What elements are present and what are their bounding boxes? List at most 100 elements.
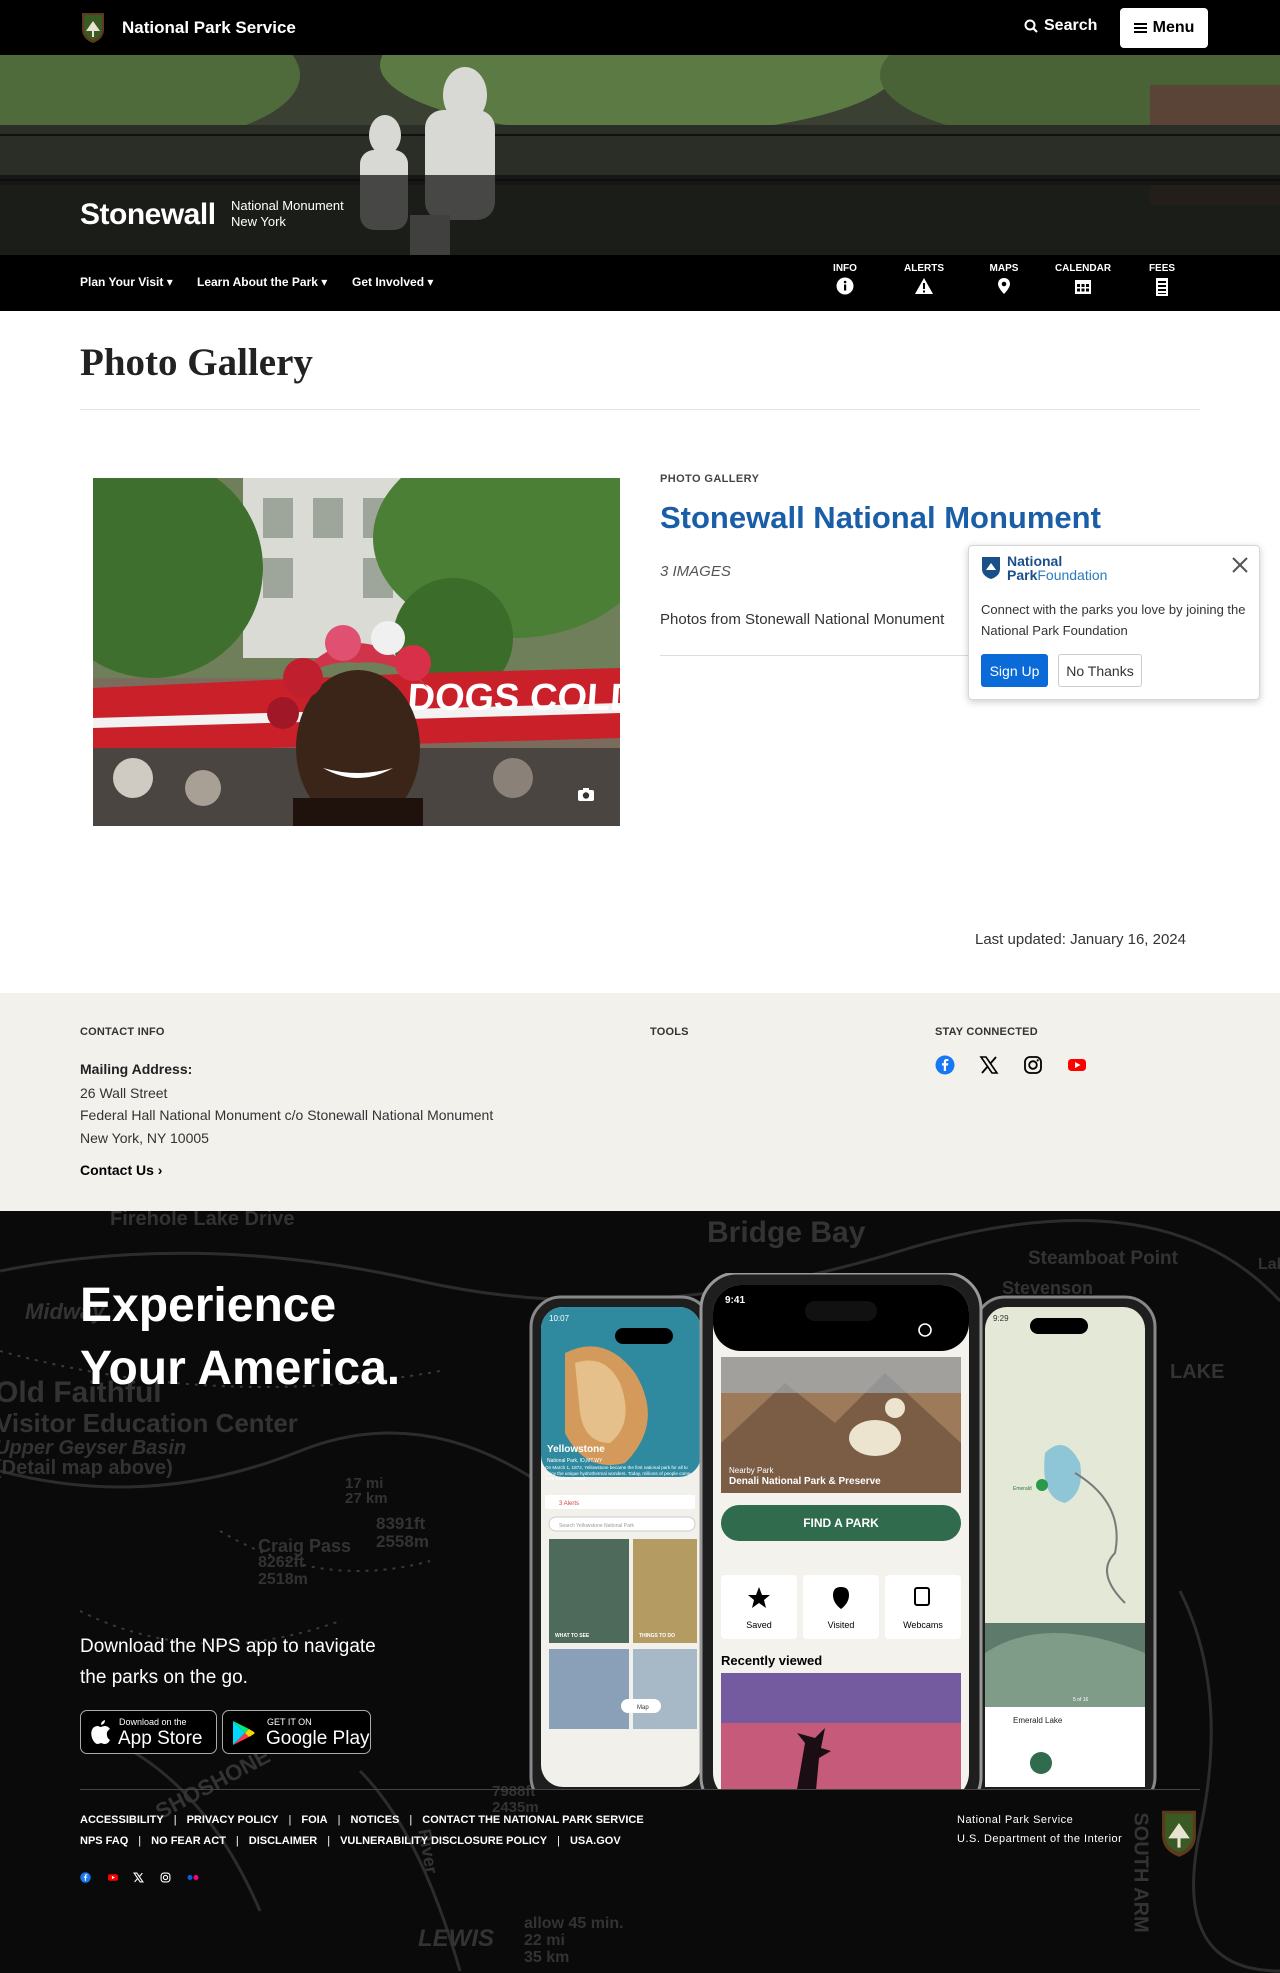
phone-center-recent: Recently viewed [721, 1653, 822, 1668]
global-header: National Park Service Search Menu [0, 0, 1280, 55]
caret-down-icon: ▾ [321, 275, 328, 289]
footer-link[interactable]: CONTACT THE NATIONAL PARK SERVICE [422, 1814, 643, 1826]
footer-link[interactable]: VULNERABILITY DISCLOSURE POLICY [340, 1835, 547, 1847]
sign-up-button[interactable]: Sign Up [981, 654, 1048, 687]
footer-link[interactable]: NO FEAR ACT [151, 1835, 226, 1847]
search-button[interactable]: Search [1024, 17, 1097, 35]
nps-arrowhead-footer-logo[interactable] [1159, 1807, 1199, 1859]
caret-down-icon: ▾ [166, 275, 173, 289]
map-label: 27 km [345, 1490, 388, 1507]
phone-center-nearby-label: Nearby Park [729, 1466, 774, 1475]
phone-right-lake-label: Emerald [1013, 1486, 1032, 1492]
phone-center-tile: Webcams [903, 1620, 943, 1630]
menu-button[interactable]: Menu [1120, 8, 1208, 48]
phone-center: 9:41 Nearby Park Denali National Park & … [699, 1273, 983, 1789]
footer-link[interactable]: DISCLAIMER [249, 1835, 317, 1847]
footer-link[interactable]: USA.GOV [570, 1835, 621, 1847]
separator: | [288, 1814, 292, 1826]
map-label: LEWIS [418, 1925, 494, 1952]
contact-section: CONTACT INFO Mailing Address: 26 Wall St… [0, 993, 1280, 1211]
app-promo-footer: Firehole Lake Drive Bridge Bay Steamboat… [0, 1211, 1280, 1973]
phone-left-subtitle: National Park, ID,MT,WY [547, 1458, 603, 1464]
phone-right: 9:29 Emerald 5 of 16 Emerald Lake [973, 1295, 1157, 1789]
promo-headline-line1: Experience [80, 1279, 337, 1332]
map-label: 2558m [376, 1532, 429, 1551]
nps-arrowhead-logo[interactable] [80, 11, 106, 44]
phone-left-alerts: 3 Alerts [559, 1501, 579, 1507]
no-thanks-button[interactable]: No Thanks [1058, 654, 1142, 687]
npf-signup-popup: National ParkFoundation Connect with the… [968, 545, 1260, 700]
separator: | [557, 1835, 560, 1847]
quick-label: CALENDAR [1054, 263, 1112, 274]
phone-center-time: 9:41 [725, 1295, 745, 1306]
gallery-cover-photo[interactable]: DOGS COLD DRI [93, 478, 620, 826]
promo-headline: Experience Your America. [80, 1274, 400, 1400]
map-label: 22 mi [524, 1932, 565, 1949]
quick-nav-fees[interactable]: FEES [1132, 263, 1192, 297]
map-pin-icon [998, 278, 1010, 294]
app-store-big: App Store [118, 1728, 203, 1749]
phone-center-tile: Saved [746, 1620, 772, 1630]
park-name-link[interactable]: Stonewall [80, 198, 216, 232]
footer-x-icon[interactable] [133, 1872, 144, 1883]
nav-learn-about-the-park[interactable]: Learn About the Park ▾ [197, 275, 327, 289]
quick-nav-info[interactable]: INFO [815, 263, 875, 295]
footer-youtube-icon[interactable] [107, 1872, 119, 1883]
phone-left-map-button: Map [637, 1705, 649, 1711]
quick-nav-alerts[interactable]: ALERTS [894, 263, 954, 295]
x-icon[interactable] [979, 1055, 999, 1075]
nav-get-involved[interactable]: Get Involved ▾ [352, 275, 433, 289]
contact-us-link[interactable]: Contact Us › [80, 1162, 162, 1178]
promo-headline-line2: Your America. [80, 1342, 401, 1395]
photo-sign-text: DOGS COLD DRI [406, 677, 620, 719]
quick-label: INFO [833, 263, 857, 274]
nps-app-phones: 10:07 Yellowstone National Park, ID,MT,W… [529, 1273, 1157, 1789]
footer-link[interactable]: NPS FAQ [80, 1835, 128, 1847]
map-label: 35 km [524, 1949, 570, 1966]
address-line: Federal Hall National Monument c/o Stone… [80, 1107, 494, 1123]
nav-label: Get Involved [352, 275, 425, 289]
phone-right-photo-count: 5 of 16 [1073, 1697, 1089, 1703]
close-icon[interactable] [1231, 556, 1249, 574]
gallery-kicker: PHOTO GALLERY [660, 473, 760, 485]
instagram-icon[interactable] [1023, 1055, 1043, 1075]
separator: | [173, 1814, 177, 1826]
last-updated: Last updated: January 16, 2024 [975, 931, 1186, 948]
quick-nav-calendar[interactable]: CALENDAR [1053, 263, 1113, 295]
youtube-icon[interactable] [1067, 1055, 1087, 1075]
phone-right-place-title: Emerald Lake [1013, 1716, 1063, 1725]
nps-brand-link[interactable]: National Park Service [122, 18, 296, 38]
phone-right-time: 9:29 [993, 1314, 1009, 1323]
quick-label: FEES [1148, 263, 1176, 274]
caret-down-icon: ▾ [427, 275, 434, 289]
nav-plan-your-visit[interactable]: Plan Your Visit ▾ [80, 275, 173, 289]
nav-label: Learn About the Park [197, 275, 318, 289]
footer-flickr-icon[interactable] [187, 1872, 199, 1883]
footer-instagram-icon[interactable] [160, 1872, 171, 1883]
chevron-right-icon: › [157, 1162, 163, 1178]
phone-left-blurb: On March 1, 1872, Yellowstone became the… [545, 1465, 691, 1481]
gallery-title-link[interactable]: Stonewall National Monument [660, 500, 1101, 536]
search-label: Search [1044, 17, 1098, 34]
app-store-badge[interactable]: Download on the App Store [80, 1710, 217, 1754]
info-icon [836, 277, 854, 295]
footer-link[interactable]: NOTICES [350, 1814, 399, 1826]
footer-agency: National Park Service [957, 1814, 1074, 1826]
quick-nav-maps[interactable]: MAPS [974, 263, 1034, 295]
address-line: 26 Wall Street [80, 1085, 168, 1101]
app-store-small: Download on the [119, 1717, 187, 1727]
google-play-badge[interactable]: GET IT ON Google Play [222, 1710, 371, 1754]
footer-link[interactable]: ACCESSIBILITY [80, 1814, 164, 1826]
phone-left-tile: THINGS TO DO [639, 1633, 675, 1639]
footer-link[interactable]: FOIA [301, 1814, 327, 1826]
facebook-icon[interactable] [935, 1055, 955, 1075]
quick-label: ALERTS [904, 263, 944, 274]
separator: | [327, 1835, 331, 1847]
title-divider [80, 409, 1200, 410]
map-label: 8262ft [258, 1554, 305, 1571]
quick-label: MAPS [989, 263, 1019, 274]
footer-link[interactable]: PRIVACY POLICY [187, 1814, 279, 1826]
map-label: Steamboat Point [1028, 1248, 1178, 1269]
footer-facebook-icon[interactable] [80, 1872, 91, 1883]
map-label: Lake [1258, 1256, 1280, 1273]
